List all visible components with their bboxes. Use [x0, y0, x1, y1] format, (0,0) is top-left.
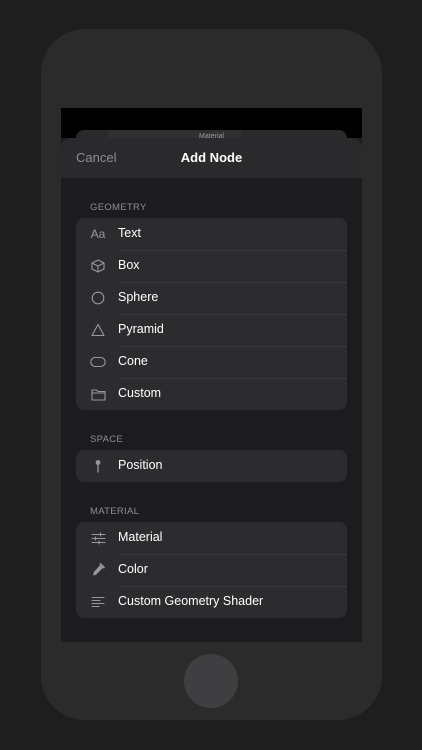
section-header-geometry: GEOMETRY	[90, 202, 147, 213]
section-header-space: SPACE	[90, 434, 124, 445]
text-lines-icon	[90, 594, 106, 610]
list-item-label: Text	[118, 226, 141, 240]
list-item-custom[interactable]: Custom	[76, 378, 347, 410]
triangle-icon	[90, 322, 106, 338]
section-header-material: MATERIAL	[90, 506, 140, 517]
sliders-icon	[90, 530, 106, 546]
material-group: Material Color Custom Geometry Shader	[76, 522, 347, 618]
list-item-pyramid[interactable]: Pyramid	[76, 314, 347, 346]
list-item-label: Pyramid	[118, 322, 164, 336]
space-group: Position	[76, 450, 347, 482]
list-item-cone[interactable]: Cone	[76, 346, 347, 378]
list-item-sphere[interactable]: Sphere	[76, 282, 347, 314]
list-item-label: Box	[118, 258, 140, 272]
geometry-group: Aa Text Box Sphere Pyramid Cone Custom	[76, 218, 347, 410]
list-item-label: Cone	[118, 354, 148, 368]
list-item-label: Material	[118, 530, 163, 544]
folder-icon	[90, 386, 106, 402]
capsule-icon	[90, 354, 106, 370]
list-item-material[interactable]: Material	[76, 522, 347, 554]
text-aa-icon: Aa	[90, 226, 106, 242]
text-aa-glyph: Aa	[90, 227, 106, 241]
list-item-box[interactable]: Box	[76, 250, 347, 282]
list-item-custom-geometry-shader[interactable]: Custom Geometry Shader	[76, 586, 347, 618]
navigation-bar: Cancel Add Node	[61, 138, 362, 178]
list-item-label: Custom	[118, 386, 162, 400]
eyedropper-icon	[90, 562, 106, 578]
circle-icon	[90, 290, 106, 306]
page-title: Add Node	[180, 150, 243, 165]
list-item-label: Position	[118, 458, 163, 472]
cube-icon	[90, 258, 106, 274]
add-node-sheet: Cancel Add Node GEOMETRY Aa Text Box Sph…	[61, 138, 362, 642]
list-item-color[interactable]: Color	[76, 554, 347, 586]
list-item-label: Sphere	[118, 290, 159, 304]
list-item-label: Custom Geometry Shader	[118, 594, 264, 608]
list-item-position[interactable]: Position	[76, 450, 347, 482]
pin-icon	[90, 458, 106, 474]
list-item-text[interactable]: Aa Text	[76, 218, 347, 250]
app-screen: Material Cancel Add Node GEOMETRY Aa Tex…	[61, 108, 362, 642]
home-button[interactable]	[184, 654, 238, 708]
list-item-label: Color	[118, 562, 148, 576]
